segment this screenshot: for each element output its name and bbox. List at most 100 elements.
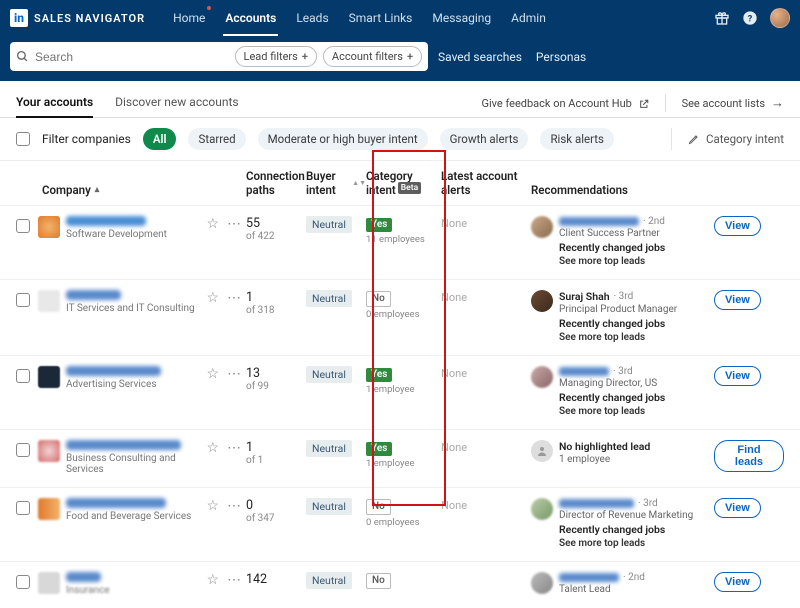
connection-count: 1 [246,440,306,455]
personas-link[interactable]: Personas [536,50,586,64]
search-box[interactable] [16,50,229,64]
buyer-intent-badge: Neutral [306,366,352,383]
person-icon [536,445,548,457]
nav-leads[interactable]: Leads [286,0,338,36]
company-logo [38,290,60,312]
lead-degree: · 2nd [643,216,665,227]
view-button[interactable]: View [714,572,761,592]
account-filters-button[interactable]: Account filters+ [323,46,422,67]
find-leads-button[interactable]: Find leads [714,440,784,472]
see-more-leads-link[interactable]: See more top leads [559,406,714,417]
company-logo [38,498,60,520]
nav-smart-links[interactable]: Smart Links [339,0,423,36]
table-row: Software Development ☆ ⋯ 55 of 422 Neutr… [0,206,800,280]
lead-degree: · 3rd [614,291,634,302]
gift-icon[interactable] [714,10,730,26]
search-input[interactable] [35,50,229,64]
connection-count: 142 [246,572,306,587]
table-row: Business Consulting and Services ☆⋯ 1of … [0,430,800,488]
view-button[interactable]: View [714,290,761,310]
top-nav-right: ? [714,8,790,28]
row-checkbox[interactable] [16,443,30,457]
nav-accounts[interactable]: Accounts [215,0,286,36]
company-industry: Advertising Services [66,379,198,390]
company-name-redacted [66,498,166,508]
lead-name-redacted [559,217,639,226]
search-container: Lead filters+ Account filters+ [10,42,428,71]
nav-messaging[interactable]: Messaging [422,0,501,36]
lead-reason: Recently changed jobs [559,317,714,330]
see-more-leads-link[interactable]: See more top leads [559,332,714,343]
row-checkbox[interactable] [16,293,30,307]
chip-growth-alerts[interactable]: Growth alerts [440,128,529,150]
category-intent-sub: 11 employees [366,234,441,245]
svg-text:?: ? [748,13,753,24]
more-icon[interactable]: ⋯ [227,572,240,588]
see-more-leads-link[interactable]: See more top leads [559,256,714,267]
chip-moderate-intent[interactable]: Moderate or high buyer intent [258,128,428,150]
header-company[interactable]: Company ▴ [16,183,246,197]
divider [665,94,666,112]
company-industry: Food and Beverage Services [66,511,198,522]
buyer-intent-badge: Neutral [306,216,352,233]
view-button[interactable]: View [714,216,761,236]
lead-avatar [531,366,553,388]
category-intent-badge: Yes [366,218,392,232]
lead-name: Suraj Shah [559,290,610,303]
buyer-intent-badge: Neutral [306,572,352,589]
more-icon[interactable]: ⋯ [227,440,240,456]
star-icon[interactable]: ☆ [206,572,219,588]
star-icon[interactable]: ☆ [206,216,219,232]
row-checkbox[interactable] [16,219,30,233]
star-icon[interactable]: ☆ [206,290,219,306]
row-checkbox[interactable] [16,575,30,589]
lead-title: Principal Product Manager [559,304,714,315]
chip-all[interactable]: All [143,128,177,150]
more-icon[interactable]: ⋯ [227,498,240,514]
select-all-checkbox[interactable] [16,132,30,146]
help-icon[interactable]: ? [742,10,758,26]
see-account-lists-link[interactable]: See account lists → [682,95,784,111]
category-intent-action[interactable]: Category intent [671,128,784,150]
user-avatar[interactable] [770,8,790,28]
category-intent-sub: 1 employee [366,458,441,469]
beta-badge: Beta [398,182,421,194]
sort-asc-icon: ▴ [95,185,100,195]
row-checkbox[interactable] [16,369,30,383]
table-header: Company ▴ Connection paths Buyer intent … [0,161,800,206]
alert-value: None [441,367,467,380]
lead-name-redacted [559,367,609,376]
lead-avatar [531,216,553,238]
chip-risk-alerts[interactable]: Risk alerts [540,128,614,150]
view-button[interactable]: View [714,366,761,386]
more-icon[interactable]: ⋯ [227,290,240,306]
search-row: Lead filters+ Account filters+ Saved sea… [0,36,800,81]
lead-degree: · 3rd [613,366,633,377]
company-logo [38,440,60,462]
row-checkbox[interactable] [16,501,30,515]
star-icon[interactable]: ☆ [206,366,219,382]
nav-admin[interactable]: Admin [501,0,556,36]
tab-your-accounts[interactable]: Your accounts [16,89,93,117]
lead-title: Talent Lead [559,584,714,595]
saved-searches-link[interactable]: Saved searches [438,50,522,64]
chip-starred[interactable]: Starred [188,128,245,150]
lead-degree: · 3rd [638,498,658,509]
tab-discover-accounts[interactable]: Discover new accounts [115,89,238,117]
see-more-leads-link[interactable]: See more top leads [559,538,714,549]
nav-home[interactable]: Home [163,0,215,36]
company-name-redacted [66,572,101,582]
star-icon[interactable]: ☆ [206,498,219,514]
connection-total: of 1 [246,455,306,466]
header-buyer-intent[interactable]: Buyer intent ▲▼ [306,169,366,197]
lead-filters-button[interactable]: Lead filters+ [235,46,317,67]
connection-count: 1 [246,290,306,305]
feedback-link[interactable]: Give feedback on Account Hub [481,97,648,110]
lead-reason: Recently changed jobs [559,391,714,404]
more-icon[interactable]: ⋯ [227,366,240,382]
star-icon[interactable]: ☆ [206,440,219,456]
more-icon[interactable]: ⋯ [227,216,240,232]
category-intent-sub: 1 employee [366,384,441,395]
nav-links: Home Accounts Leads Smart Links Messagin… [163,0,556,36]
view-button[interactable]: View [714,498,761,518]
